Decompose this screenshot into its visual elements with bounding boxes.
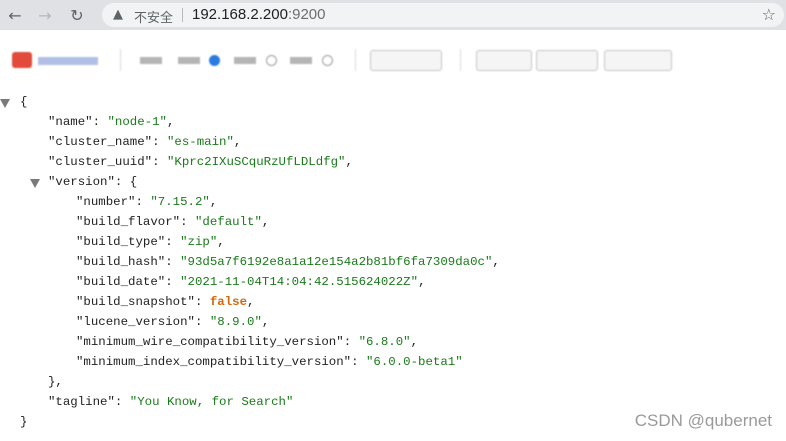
extension-logo-icon	[12, 52, 32, 68]
json-viewer: { "name": "node-1", "cluster_name": "es-…	[0, 92, 786, 432]
json-key: "build_hash"	[76, 255, 166, 269]
json-row-build-date: "build_date": "2021-11-04T14:04:42.51562…	[76, 275, 426, 289]
url-host: 192.168.2.200	[192, 6, 288, 23]
watermark: CSDN @qubernet	[634, 411, 772, 430]
toolbar-label	[178, 57, 200, 64]
warning-icon[interactable]: ▲	[113, 7, 123, 22]
reload-icon: ↻	[70, 5, 84, 25]
forward-button[interactable]: →	[34, 4, 56, 26]
json-key: "cluster_uuid"	[48, 155, 153, 169]
json-value: "6.8.0"	[358, 335, 411, 349]
toolbar-divider	[355, 49, 356, 71]
json-value: "7.15.2"	[150, 195, 210, 209]
reload-button[interactable]: ↻	[66, 4, 88, 26]
json-row-name: "name": "node-1",	[48, 115, 175, 129]
json-value: "93d5a7f6192e8a1a12e154a2b81bf6fa7309da0…	[180, 255, 493, 269]
json-key: "cluster_name"	[48, 135, 153, 149]
json-row-build-flavor: "build_flavor": "default",	[76, 215, 270, 229]
toolbar-button[interactable]	[536, 50, 598, 71]
url-port: :9200	[287, 6, 326, 23]
json-key: "minimum_index_compatibility_version"	[76, 355, 352, 369]
json-value: "Kprc2IXuSCquRzUfLDLdfg"	[166, 155, 346, 169]
json-close-brace: }	[20, 415, 28, 429]
json-key: "tagline"	[48, 395, 115, 409]
view-radio[interactable]	[209, 55, 220, 66]
json-close-version: },	[48, 375, 63, 389]
json-row-cluster-uuid: "cluster_uuid": "Kprc2IXuSCquRzUfLDLdfg"…	[48, 155, 353, 169]
json-row-build-snapshot: "build_snapshot": false,	[76, 295, 255, 309]
view-radio[interactable]	[322, 55, 333, 66]
toolbar-label	[290, 57, 312, 64]
json-value: "default"	[194, 215, 262, 229]
collapse-toggle-icon[interactable]	[30, 179, 40, 188]
json-key: "version"	[48, 175, 115, 189]
address-divider	[182, 8, 183, 22]
json-row-build-hash: "build_hash": "93d5a7f6192e8a1a12e154a2b…	[76, 255, 500, 269]
json-row-tagline: "tagline": "You Know, for Search"	[48, 395, 294, 409]
collapse-toggle-icon[interactable]	[0, 99, 10, 108]
json-value: "es-main"	[166, 135, 234, 149]
json-boolean-value: false	[209, 295, 248, 309]
browser-toolbar: ← → ↻ ▲ 不安全 192.168.2.200:9200 ☆	[0, 0, 786, 30]
toolbar-divider	[120, 49, 121, 71]
extension-logo-text	[38, 57, 98, 65]
json-key: "build_type"	[76, 235, 166, 249]
forward-arrow-icon: →	[38, 5, 52, 25]
json-key: "lucene_version"	[76, 315, 195, 329]
json-row-build-type: "build_type": "zip",	[76, 235, 225, 249]
json-row-lucene-version: "lucene_version": "8.9.0",	[76, 315, 270, 329]
toolbar-button[interactable]	[604, 50, 672, 71]
bookmark-star-icon[interactable]: ☆	[762, 5, 776, 24]
json-row-version: "version": {	[48, 175, 138, 189]
toolbar-divider	[460, 49, 461, 71]
back-button[interactable]: ←	[4, 4, 26, 26]
json-key: "build_snapshot"	[76, 295, 195, 309]
json-value: "6.0.0-beta1"	[366, 355, 463, 369]
json-row-min-wire: "minimum_wire_compatibility_version": "6…	[76, 335, 419, 349]
url-text[interactable]: 192.168.2.200:9200	[192, 6, 325, 23]
json-key: "build_flavor"	[76, 215, 181, 229]
json-key: "minimum_wire_compatibility_version"	[76, 335, 344, 349]
json-row-cluster-name: "cluster_name": "es-main",	[48, 135, 242, 149]
json-value: "You Know, for Search"	[129, 395, 294, 409]
toolbar-button[interactable]	[370, 50, 442, 71]
view-radio[interactable]	[266, 55, 277, 66]
json-value: "2021-11-04T14:04:42.515624022Z"	[180, 275, 419, 289]
json-value: "zip"	[180, 235, 218, 249]
json-key: "build_date"	[76, 275, 166, 289]
json-extension-toolbar	[0, 44, 786, 76]
address-bar[interactable]: ▲ 不安全 192.168.2.200:9200 ☆	[102, 3, 784, 27]
json-row-min-index: "minimum_index_compatibility_version": "…	[76, 355, 463, 369]
security-status-label[interactable]: 不安全	[134, 7, 173, 26]
toolbar-label	[234, 57, 256, 64]
toolbar-button[interactable]	[476, 50, 532, 71]
json-row-number: "number": "7.15.2",	[76, 195, 218, 209]
json-key: "number"	[76, 195, 136, 209]
json-open-brace: {	[20, 95, 28, 109]
back-arrow-icon: ←	[8, 5, 22, 25]
json-key: "name"	[48, 115, 93, 129]
json-value: "8.9.0"	[209, 315, 262, 329]
json-value: "node-1"	[107, 115, 168, 129]
toolbar-label	[140, 57, 162, 64]
